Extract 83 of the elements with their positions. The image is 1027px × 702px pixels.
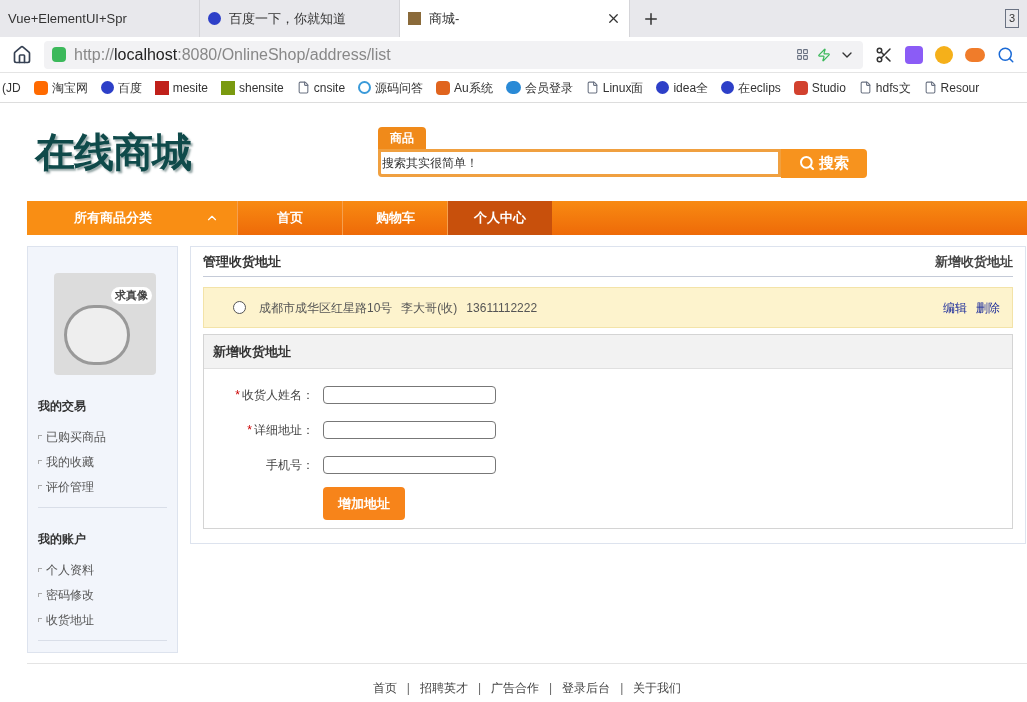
required-mark: * <box>247 422 252 439</box>
footer-separator: | <box>477 680 481 697</box>
bookmark-item[interactable]: (JD <box>2 78 21 97</box>
required-mark: * <box>235 387 240 404</box>
bookmark-item[interactable]: 百度 <box>100 78 142 97</box>
bookmark-item[interactable]: 会员登录 <box>505 78 573 97</box>
tab-favicon-icon <box>408 12 421 25</box>
corner-bullet-icon <box>38 484 42 489</box>
bookmark-icon <box>793 80 808 95</box>
qr-icon[interactable] <box>796 48 809 61</box>
sidebar-link[interactable]: 密码修改 <box>38 582 167 607</box>
scissors-icon[interactable] <box>875 45 893 64</box>
page-icon <box>858 81 872 94</box>
input-field[interactable] <box>323 421 496 439</box>
bookmark-icon <box>154 80 169 95</box>
bookmark-item[interactable]: 淘宝网 <box>33 78 88 97</box>
sidebar-link[interactable]: 已购买商品 <box>38 424 167 449</box>
corner-bullet-icon <box>38 567 42 572</box>
corner-bullet-icon <box>38 434 42 439</box>
sidebar-link[interactable]: 评价管理 <box>38 474 167 499</box>
sidebar-section-title: 我的账户 <box>38 531 87 548</box>
footer-link[interactable]: 关于我们 <box>633 679 682 697</box>
corner-bullet-icon <box>38 617 42 622</box>
bookmark-item[interactable]: Au系统 <box>436 78 493 97</box>
input-field[interactable] <box>323 456 496 474</box>
corner-bullet-icon <box>38 459 42 464</box>
page-icon <box>585 81 599 94</box>
bookmark-icon <box>436 80 451 95</box>
bookmark-item[interactable]: shensite <box>221 78 284 97</box>
field-label: 手机号： <box>266 457 314 474</box>
footer-link[interactable]: 首页 <box>372 679 397 697</box>
form-header: 新增收货地址 <box>204 335 1012 369</box>
face-drawing <box>64 305 130 365</box>
sidebar-link[interactable]: 我的收藏 <box>38 449 167 474</box>
add-address-link[interactable]: 新增收货地址 <box>935 251 1013 272</box>
footer-separator: | <box>620 680 624 697</box>
footer-separator: | <box>406 680 410 697</box>
bookmark-item[interactable]: 在eclips <box>721 78 781 97</box>
footer-link[interactable]: 登录后台 <box>562 679 611 697</box>
sidebar-section-title: 我的交易 <box>38 398 87 415</box>
bookmark-item[interactable]: hdfs文 <box>858 78 911 97</box>
browser-tab[interactable]: 商城- <box>400 0 630 37</box>
speech-bubble: 求真像 <box>111 287 152 304</box>
bookmark-item[interactable]: Resour <box>923 78 980 97</box>
sidebar-link[interactable]: 个人资料 <box>38 557 167 582</box>
search-icon <box>799 155 815 171</box>
bookmark-icon <box>33 80 48 95</box>
field-label: 收货人姓名： <box>242 387 314 404</box>
recipient-name: 李大哥(收) <box>401 299 458 317</box>
url-text: http://localhost:8080/OnlineShop/address/list <box>74 44 391 65</box>
phone-number: 13611112222 <box>466 299 538 317</box>
search-icon[interactable] <box>997 45 1015 64</box>
shop-logo[interactable]: 在线商城 <box>35 122 378 182</box>
lightning-icon[interactable] <box>817 47 831 62</box>
home-icon[interactable] <box>12 44 32 65</box>
address-text: 成都市成华区红星路10号 <box>259 299 393 317</box>
action-link[interactable]: 删除 <box>976 298 1000 317</box>
action-link[interactable]: 编辑 <box>943 298 967 317</box>
footer-link[interactable]: 招聘英才 <box>419 679 468 697</box>
bookmark-icon <box>358 81 372 94</box>
bookmark-icon <box>221 80 235 95</box>
bookmark-item[interactable]: mesite <box>154 78 208 97</box>
page-icon <box>923 81 937 94</box>
footer-link[interactable]: 广告合作 <box>491 679 539 697</box>
input-field[interactable] <box>323 386 496 404</box>
panel-title: 管理收货地址 <box>203 252 281 271</box>
bookmark-item[interactable]: 源码问答 <box>358 78 424 97</box>
page-icon <box>296 81 310 94</box>
bookmark-item[interactable]: idea全 <box>656 78 709 97</box>
tab-favicon-icon <box>208 12 221 25</box>
footer-separator: | <box>549 680 553 697</box>
bookmark-item[interactable]: Studio <box>793 78 846 97</box>
field-label: 详细地址： <box>254 422 314 439</box>
corner-bullet-icon <box>38 592 42 597</box>
address-row[interactable]: 成都市成华区红星路10号 李大哥(收) 13611112222 编辑 删除 <box>203 287 1013 328</box>
close-icon[interactable] <box>606 11 621 26</box>
address-field[interactable]: http://localhost:8080/OnlineShop/address/list <box>44 40 863 69</box>
bookmark-item[interactable]: cnsite <box>296 78 346 97</box>
sidebar-link[interactable]: 收货地址 <box>38 607 167 632</box>
tab-count[interactable]: 3 <box>1004 9 1019 28</box>
radio-button[interactable] <box>233 301 246 314</box>
nav-tab[interactable]: 个人中心 <box>447 201 552 235</box>
bookmark-item[interactable]: Linux面 <box>585 78 644 97</box>
